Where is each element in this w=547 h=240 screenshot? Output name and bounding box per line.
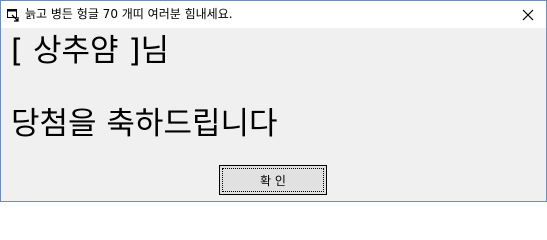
close-button[interactable] <box>510 1 546 28</box>
app-window-icon <box>6 7 20 22</box>
winner-name-text: [ 상추얌 ]님 <box>11 33 169 69</box>
congratulations-text: 당첨을 축하드립니다 <box>11 106 278 142</box>
close-icon <box>522 9 534 21</box>
ok-button[interactable]: 확 인 <box>219 165 327 195</box>
dialog-body: [ 상추얌 ]님 당첨을 축하드립니다 확 인 <box>1 28 546 201</box>
window-title: 늙고 병든 헝글 70 개띠 여러분 힘내세요. <box>25 7 233 21</box>
message-dialog: 늙고 병든 헝글 70 개띠 여러분 힘내세요. [ 상추얌 ]님 당첨을 축하… <box>0 0 547 202</box>
title-bar[interactable]: 늙고 병든 헝글 70 개띠 여러분 힘내세요. <box>1 1 546 28</box>
ok-button-label: 확 인 <box>260 173 286 188</box>
